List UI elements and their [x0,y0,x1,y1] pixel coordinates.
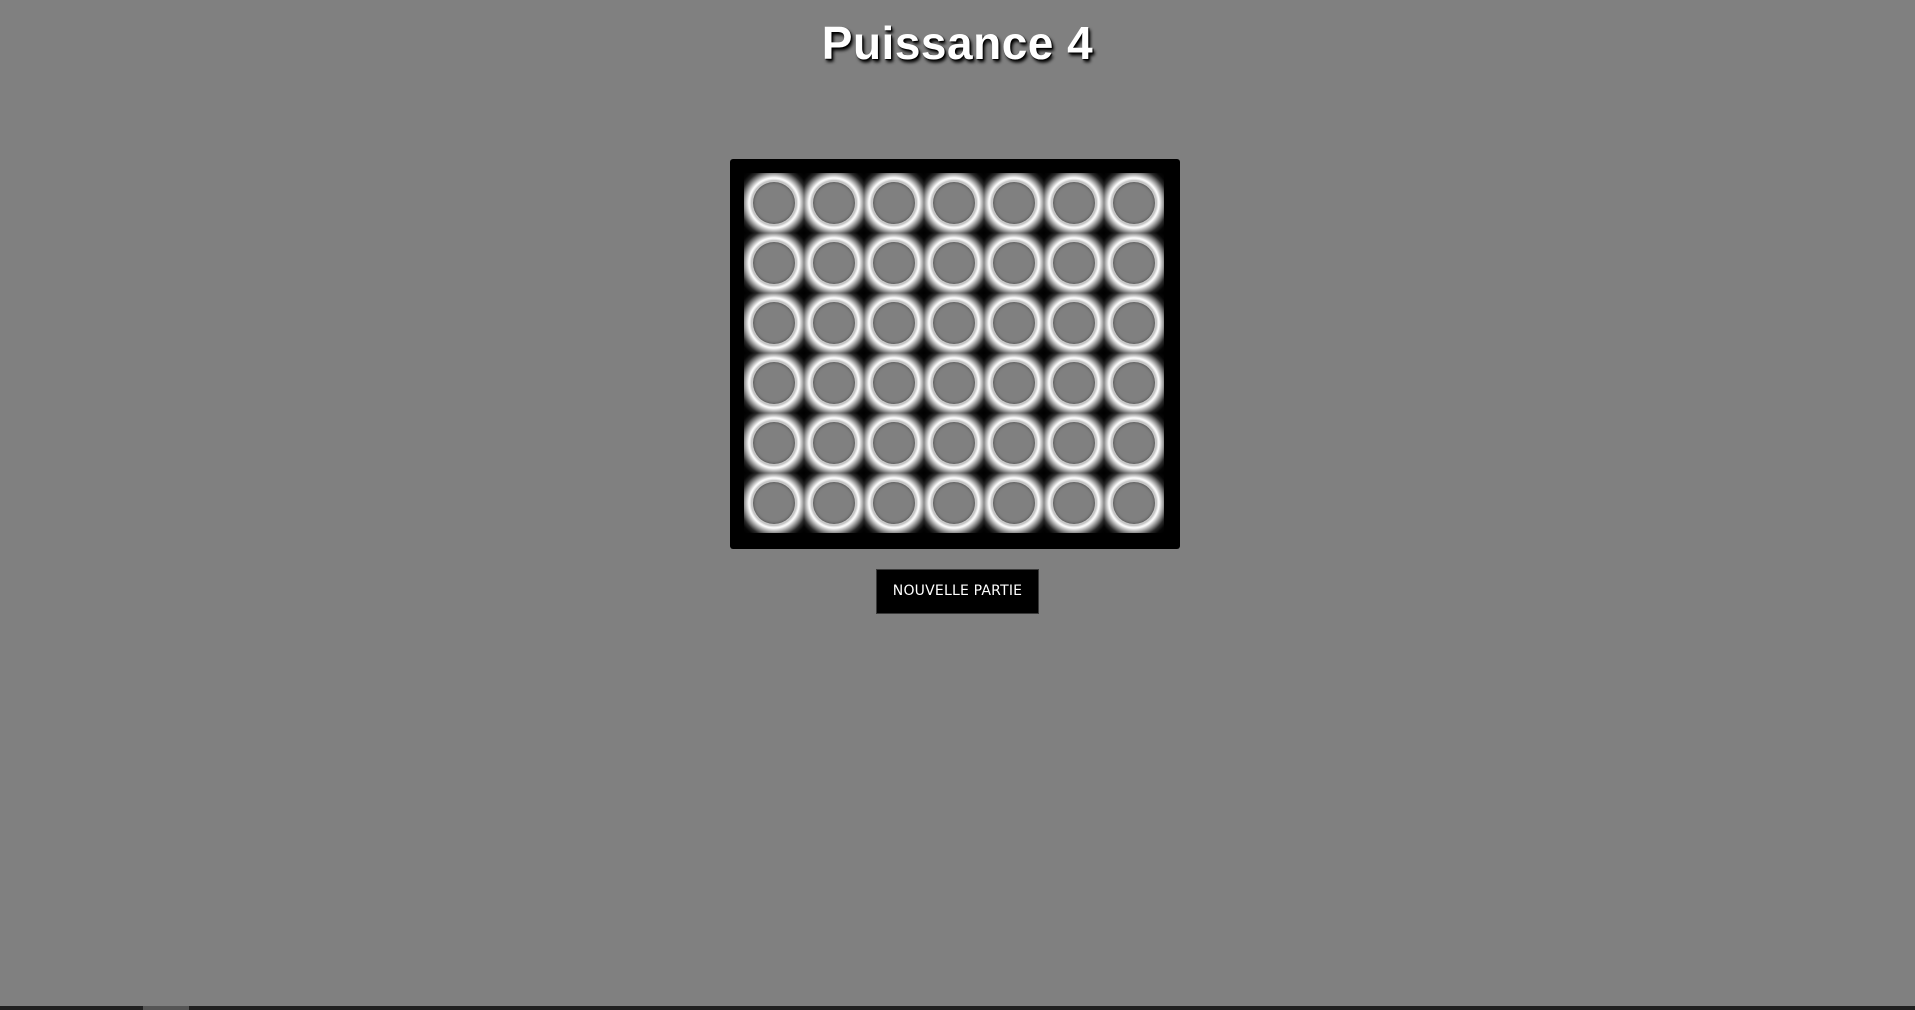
board-cell[interactable] [744,293,804,353]
game-page: Puissance 4 NOUVELLE PARTIE [0,0,1915,1010]
board-cell[interactable] [1104,353,1164,413]
board-cell[interactable] [804,233,864,293]
board-cell[interactable] [1044,293,1104,353]
empty-slot-icon [811,420,857,466]
game-board [730,159,1180,549]
board-cell[interactable] [984,353,1044,413]
empty-slot-icon [811,480,857,526]
board-cell[interactable] [1104,173,1164,233]
empty-slot-icon [1111,420,1157,466]
controls: NOUVELLE PARTIE [0,569,1915,614]
board-cell[interactable] [924,293,984,353]
empty-slot-icon [1051,300,1097,346]
board-cell[interactable] [864,353,924,413]
empty-slot-icon [1111,240,1157,286]
empty-slot-icon [871,180,917,226]
empty-slot-icon [991,180,1037,226]
board-cell[interactable] [924,233,984,293]
board-cell[interactable] [1104,473,1164,533]
board-cell[interactable] [1104,293,1164,353]
empty-slot-icon [751,180,797,226]
board-cell[interactable] [924,473,984,533]
empty-slot-icon [811,180,857,226]
empty-slot-icon [1111,300,1157,346]
board-cell[interactable] [1104,413,1164,473]
empty-slot-icon [1051,480,1097,526]
board-cell[interactable] [804,473,864,533]
board-cell[interactable] [804,293,864,353]
board-cell[interactable] [804,353,864,413]
empty-slot-icon [931,180,977,226]
empty-slot-icon [931,240,977,286]
board-cell[interactable] [744,173,804,233]
empty-slot-icon [1051,240,1097,286]
board-cell[interactable] [864,173,924,233]
page-title: Puissance 4 [821,17,1094,69]
empty-slot-icon [1051,360,1097,406]
empty-slot-icon [751,420,797,466]
empty-slot-icon [931,360,977,406]
empty-slot-icon [1111,360,1157,406]
empty-slot-icon [811,360,857,406]
board-cell[interactable] [864,473,924,533]
empty-slot-icon [1111,180,1157,226]
board-cell[interactable] [864,233,924,293]
board-grid [744,173,1164,533]
new-game-button[interactable]: NOUVELLE PARTIE [875,569,1040,614]
board-cell[interactable] [984,473,1044,533]
board-cell[interactable] [984,233,1044,293]
board-cell[interactable] [1044,173,1104,233]
board-cell[interactable] [804,413,864,473]
empty-slot-icon [931,300,977,346]
empty-slot-icon [811,300,857,346]
empty-slot-icon [871,420,917,466]
empty-slot-icon [991,300,1037,346]
board-cell[interactable] [864,413,924,473]
empty-slot-icon [1111,480,1157,526]
empty-slot-icon [751,300,797,346]
empty-slot-icon [991,480,1037,526]
empty-slot-icon [811,240,857,286]
board-cell[interactable] [924,173,984,233]
board-cell[interactable] [804,173,864,233]
empty-slot-icon [991,360,1037,406]
board-cell[interactable] [744,473,804,533]
board-cell[interactable] [1104,233,1164,293]
empty-slot-icon [991,240,1037,286]
empty-slot-icon [931,420,977,466]
board-cell[interactable] [744,233,804,293]
board-cell[interactable] [744,353,804,413]
board-cell[interactable] [984,293,1044,353]
board-cell[interactable] [924,353,984,413]
board-cell[interactable] [984,173,1044,233]
empty-slot-icon [1051,420,1097,466]
board-cell[interactable] [1044,413,1104,473]
empty-slot-icon [751,240,797,286]
scrollbar-thumb[interactable] [143,1006,189,1010]
board-cell[interactable] [1044,473,1104,533]
board-cell[interactable] [1044,233,1104,293]
empty-slot-icon [931,480,977,526]
board-cell[interactable] [984,413,1044,473]
empty-slot-icon [1051,180,1097,226]
horizontal-scrollbar[interactable] [0,1006,1915,1010]
empty-slot-icon [871,300,917,346]
board-cell[interactable] [924,413,984,473]
board-cell[interactable] [864,293,924,353]
empty-slot-icon [871,240,917,286]
empty-slot-icon [751,480,797,526]
board-cell[interactable] [1044,353,1104,413]
empty-slot-icon [751,360,797,406]
empty-slot-icon [871,480,917,526]
empty-slot-icon [871,360,917,406]
empty-slot-icon [991,420,1037,466]
board-cell[interactable] [744,413,804,473]
